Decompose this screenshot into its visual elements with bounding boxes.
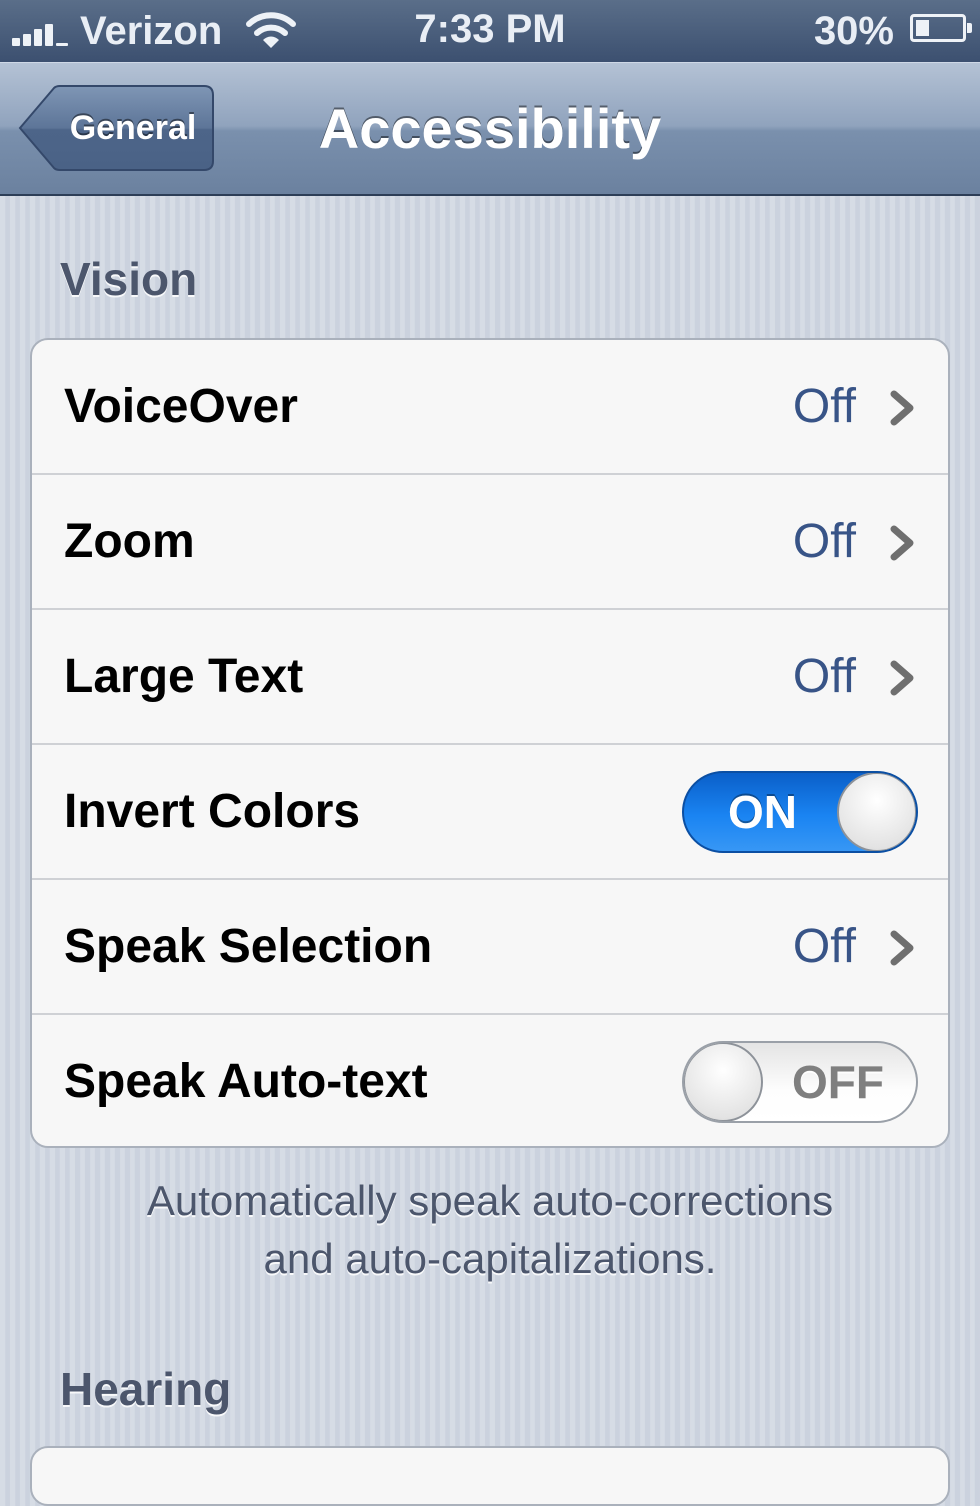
- section-header-hearing: Hearing: [60, 1363, 232, 1415]
- row-value: Off: [792, 920, 856, 973]
- hearing-settings-group: [30, 1446, 950, 1506]
- row-invert-colors: Invert Colors ON: [32, 745, 948, 880]
- battery-icon: [910, 14, 972, 42]
- vision-settings-group: VoiceOver Off Zoom Off Large Text Off In…: [30, 338, 950, 1148]
- row-zoom[interactable]: Zoom Off: [32, 475, 948, 610]
- row-value: Off: [792, 650, 856, 703]
- invert-colors-switch[interactable]: ON: [682, 771, 918, 853]
- chevron-right-icon: [890, 525, 914, 561]
- switch-knob: [837, 773, 916, 851]
- back-button-label: General: [69, 109, 197, 147]
- row-label: VoiceOver: [64, 380, 298, 433]
- navigation-bar: General Accessibility: [0, 62, 980, 196]
- chevron-right-icon: [890, 660, 914, 696]
- battery-percent: 30%: [813, 9, 894, 53]
- row-label: Speak Selection: [64, 920, 433, 973]
- row-value: Off: [792, 380, 856, 433]
- status-bar: Verizon 7:33 PM 30%: [0, 0, 980, 62]
- chevron-right-icon: [890, 390, 914, 426]
- speak-auto-text-description: Automatically speak auto-corrections and…: [60, 1172, 920, 1288]
- row-value: Off: [792, 515, 856, 568]
- back-button-general[interactable]: General: [18, 85, 214, 171]
- row-large-text[interactable]: Large Text Off: [32, 610, 948, 745]
- description-line: Automatically speak auto-corrections: [146, 1177, 834, 1224]
- switch-state-label: ON: [728, 786, 797, 838]
- row-voiceover[interactable]: VoiceOver Off: [32, 340, 948, 475]
- row-speak-selection[interactable]: Speak Selection Off: [32, 880, 948, 1015]
- row-speak-auto-text: Speak Auto-text OFF: [32, 1015, 948, 1146]
- row-label: Speak Auto-text: [64, 1055, 428, 1108]
- battery-fill: [916, 20, 930, 36]
- row-label: Zoom: [64, 515, 195, 568]
- section-header-vision: Vision: [60, 253, 198, 305]
- page-title: Accessibility: [318, 97, 662, 160]
- chevron-right-icon: [890, 930, 914, 966]
- switch-knob: [684, 1043, 763, 1121]
- row-label: Large Text: [64, 650, 304, 703]
- description-line: and auto-capitalizations.: [263, 1235, 717, 1282]
- speak-auto-text-switch[interactable]: OFF: [682, 1041, 918, 1123]
- row-label: Invert Colors: [64, 785, 361, 838]
- switch-state-label: OFF: [792, 1056, 884, 1108]
